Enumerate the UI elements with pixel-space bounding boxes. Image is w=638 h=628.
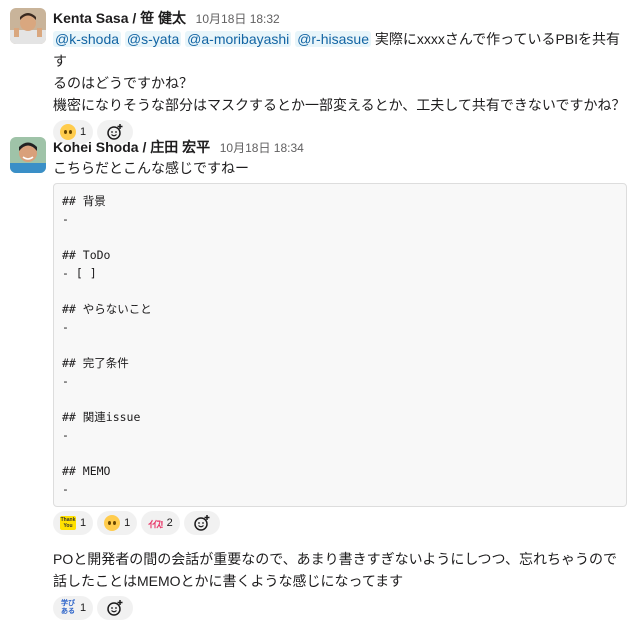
message-text-line2: るのはどうですかね？ xyxy=(53,75,193,91)
thank-you-icon: Thank You xyxy=(60,516,76,530)
author-name[interactable]: Kenta Sasa / 笹 健太 xyxy=(53,10,186,26)
avatar-kohei[interactable] xyxy=(10,137,46,173)
reaction-pleading-face[interactable]: 1 xyxy=(97,511,138,535)
add-reaction-button[interactable] xyxy=(97,596,134,620)
reaction-manabi-aru[interactable]: 学び ある 1 xyxy=(53,596,94,620)
avatar-kenta[interactable] xyxy=(10,8,46,44)
code-line: ## 完了条件 xyxy=(62,356,129,370)
mention-a-moribayashi[interactable]: @a-moribayashi xyxy=(185,31,292,47)
message-text-line2: 話したことはMEMOとかに書くような感じになってます xyxy=(53,573,404,589)
message-text-line1: POと開発者の間の会話が重要なので、あまり書きすぎないようにしつつ、忘れちゃうの… xyxy=(53,551,617,567)
mention-k-shoda[interactable]: @k-shoda xyxy=(53,31,122,47)
code-line: - [ ] xyxy=(62,266,97,280)
code-line: ## 関連issue xyxy=(62,410,141,424)
author-name[interactable]: Kohei Shoda / 庄田 宏平 xyxy=(53,139,210,155)
reaction-count: 1 xyxy=(124,517,131,529)
ikisu-icon: ｲｲｽ! xyxy=(148,519,163,531)
code-line: ## 背景 xyxy=(62,194,106,208)
reaction-ikisu[interactable]: ｲｲｽ! 2 xyxy=(141,511,180,535)
reactions-bar: 学び ある 1 xyxy=(53,596,628,620)
code-line: - xyxy=(62,482,69,496)
reaction-count: 1 xyxy=(80,602,87,614)
message-header: Kohei Shoda / 庄田 宏平 10月18日 18:34 xyxy=(53,137,628,157)
reaction-thank-you[interactable]: Thank You 1 xyxy=(53,511,94,535)
manabi-aru-icon: 学び ある xyxy=(61,600,75,615)
code-line: - xyxy=(62,428,69,442)
reactions-bar: Thank You 1 1 ｲｲｽ! 2 xyxy=(53,511,628,535)
message-text-line3: 機密になりそうな部分はマスクするとか一部変えるとか、工夫して共有できないですかね… xyxy=(53,97,626,113)
reaction-count: 1 xyxy=(80,517,87,529)
add-emoji-icon xyxy=(193,515,210,531)
mention-r-hisasue[interactable]: @r-hisasue xyxy=(295,31,371,47)
code-block: ## 背景 - ## ToDo - [ ] ## やらないこと - ## 完了条件 - ## 関… xyxy=(53,183,627,507)
pleading-face-icon xyxy=(104,515,121,531)
message-text: @k-shoda @s-yata @a-moribayashi @r-hisas… xyxy=(53,28,628,116)
code-line: - xyxy=(62,212,69,226)
code-line: - xyxy=(62,320,69,334)
add-reaction-button[interactable] xyxy=(183,511,220,535)
code-line: ## やらないこと xyxy=(62,302,152,316)
code-line: ## ToDo xyxy=(62,248,111,262)
message-text: こちらだとこんな感じですねー xyxy=(53,160,249,176)
add-emoji-icon xyxy=(107,600,123,616)
code-line: ## MEMO xyxy=(62,464,111,478)
reaction-count: 2 xyxy=(166,517,173,529)
timestamp[interactable]: 10月18日 18:32 xyxy=(196,12,280,26)
code-line: - xyxy=(62,374,69,388)
timestamp[interactable]: 10月18日 18:34 xyxy=(220,141,304,155)
mention-s-yata[interactable]: @s-yata xyxy=(124,31,182,47)
message-text: POと開発者の間の会話が重要なので、あまり書きすぎないようにしつつ、忘れちゃうの… xyxy=(53,548,628,592)
message-header: Kenta Sasa / 笹 健太 10月18日 18:32 xyxy=(53,8,628,28)
